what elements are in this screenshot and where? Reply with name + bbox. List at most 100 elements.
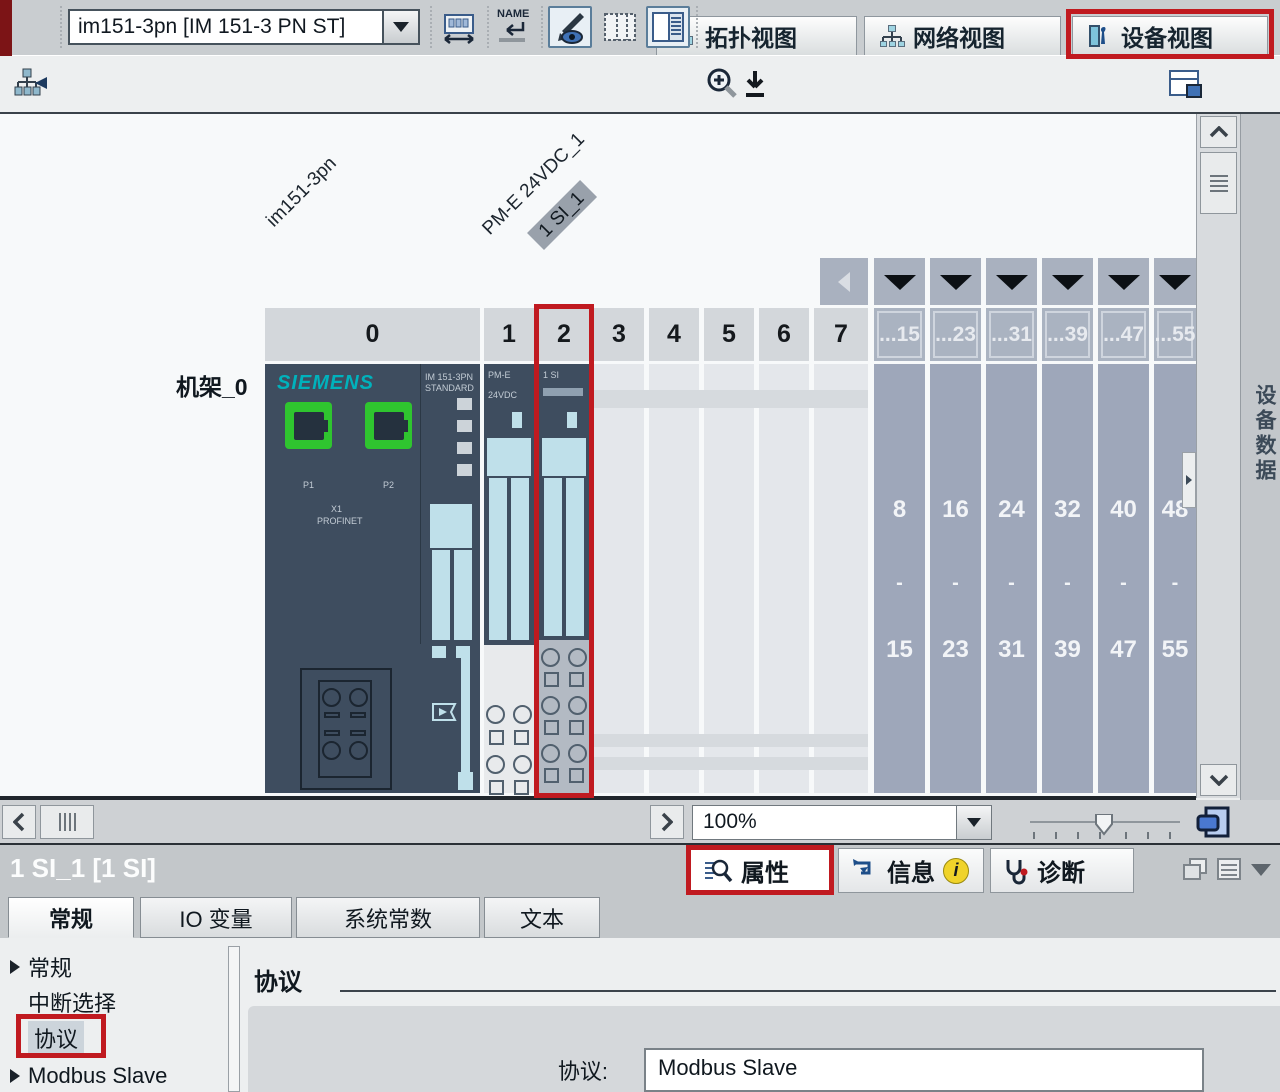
module-text: PM-E	[488, 370, 511, 380]
terminal-block	[300, 668, 392, 790]
module-plate-right	[511, 478, 529, 640]
tree-item-interrupt-selection[interactable]: 中断选择	[0, 985, 226, 1019]
vertical-scroll-thumb[interactable]	[1200, 152, 1237, 214]
network-back-icon[interactable]	[8, 63, 54, 105]
slot-header-5[interactable]: 5	[704, 308, 754, 361]
resize-columns-icon[interactable]	[437, 6, 481, 48]
subtab-io-tags[interactable]: IO 变量	[140, 897, 292, 938]
label-pm-e-24vdc[interactable]: PM-E 24VDC_1	[478, 129, 589, 240]
collapse-left-icon[interactable]	[820, 258, 868, 305]
zoom-value: 100%	[693, 806, 956, 839]
ethernet-port-1	[285, 402, 332, 449]
network-icon	[879, 23, 905, 49]
split-editor-icon[interactable]	[1164, 63, 1208, 105]
group-sep: -	[874, 572, 925, 595]
grid-overview-icon[interactable]	[598, 6, 642, 48]
label-im151-3pn[interactable]: im151-3pn	[262, 153, 341, 232]
group-header-47[interactable]: ...47	[1098, 308, 1149, 361]
expand-group-icon[interactable]	[874, 258, 925, 305]
empty-slot-3[interactable]	[594, 364, 644, 793]
group-column-24-31[interactable]: 24 - 31	[986, 364, 1037, 793]
tab-info[interactable]: 信息 i	[838, 848, 984, 893]
tree-item-modbus-slave[interactable]: Modbus Slave	[0, 1059, 226, 1092]
expand-arrow-icon[interactable]	[10, 1069, 20, 1083]
tree-item-protocol[interactable]: 协议	[0, 1021, 226, 1055]
expand-group-icon[interactable]	[1098, 258, 1149, 305]
module-pm-e-24vdc[interactable]: PM-E 24VDC	[484, 364, 534, 645]
empty-slot-6[interactable]	[759, 364, 809, 793]
group-sep: -	[986, 572, 1037, 595]
tab-properties[interactable]: 属性	[690, 848, 830, 893]
tree-label: 中断选择	[28, 986, 116, 1018]
side-tab-device-data[interactable]: 设备数据	[1240, 114, 1280, 845]
expand-group-icon[interactable]	[986, 258, 1037, 305]
group-top: 16	[930, 496, 981, 524]
group-column-40-47[interactable]: 40 - 47	[1098, 364, 1149, 793]
chevron-down-icon[interactable]	[956, 806, 991, 839]
group-header-31[interactable]: ...31	[986, 308, 1037, 361]
group-column-32-39[interactable]: 32 - 39	[1042, 364, 1093, 793]
module-im151-3pn[interactable]: SIEMENS P1 P2 X1 PROFINET IM 151-3PN STA…	[265, 364, 480, 793]
device-dropdown[interactable]: im151-3pn [IM 151-3 PN ST]	[68, 9, 420, 45]
fit-to-window-icon[interactable]	[1194, 804, 1232, 840]
scroll-left-button[interactable]	[2, 805, 36, 839]
slot-header-1[interactable]: 1	[484, 308, 534, 361]
slot-header-4[interactable]: 4	[649, 308, 699, 361]
collapse-panel-icon[interactable]	[1250, 863, 1272, 877]
tree-item-general[interactable]: 常规	[0, 950, 226, 984]
vertical-scrollbar[interactable]	[1196, 114, 1240, 798]
slot-header-7[interactable]: 7	[814, 308, 868, 361]
group-column-16-23[interactable]: 16 - 23	[930, 364, 981, 793]
group-header-39[interactable]: ...39	[1042, 308, 1093, 361]
group-column-8-15[interactable]: 8 - 15	[874, 364, 925, 793]
slot-header-6[interactable]: 6	[759, 308, 809, 361]
float-panel-icon[interactable]	[1182, 857, 1208, 881]
properties-icon	[703, 857, 733, 885]
subtab-texts[interactable]: 文本	[484, 897, 600, 938]
table-view-icon[interactable]	[646, 6, 690, 48]
panel-menu-icon[interactable]	[1216, 857, 1242, 881]
tree-scrollbar[interactable]	[228, 946, 240, 1092]
expand-group-icon[interactable]	[930, 258, 981, 305]
protocol-dropdown-value: Modbus Slave	[658, 1055, 797, 1080]
expand-group-icon[interactable]	[1154, 258, 1196, 305]
subtab-general[interactable]: 常规	[8, 897, 134, 938]
empty-slot-4[interactable]	[649, 364, 699, 793]
group-header-15[interactable]: ...15	[874, 308, 925, 361]
slot-header-2[interactable]: 2	[539, 308, 589, 361]
group-header-23[interactable]: ...23	[930, 308, 981, 361]
download-icon[interactable]	[738, 63, 772, 105]
tab-network-view[interactable]: 网络视图	[864, 16, 1061, 55]
horizontal-scroll-thumb[interactable]	[40, 805, 94, 839]
scroll-right-button[interactable]	[650, 805, 684, 839]
expand-group-icon[interactable]	[1042, 258, 1093, 305]
device-icon	[1087, 23, 1113, 49]
zoom-dropdown[interactable]: 100%	[692, 805, 992, 840]
tab-label: 诊断	[1037, 853, 1085, 888]
protocol-groupbox: 协议: Modbus Slave	[248, 1006, 1280, 1092]
tab-diagnostics[interactable]: 诊断	[990, 848, 1134, 893]
group-column-48-55[interactable]: 48 - 55	[1154, 364, 1196, 793]
protocol-dropdown[interactable]: Modbus Slave	[644, 1048, 1204, 1092]
show-labels-icon[interactable]	[548, 6, 592, 48]
tab-device-view[interactable]: 设备视图	[1072, 16, 1268, 55]
connector-foot	[432, 646, 446, 658]
empty-slot-7[interactable]	[814, 364, 868, 793]
info-badge: i	[943, 858, 969, 884]
side-panel-handle[interactable]	[1182, 452, 1196, 508]
zoom-slider[interactable]	[1030, 814, 1180, 840]
slot-header-0[interactable]: 0	[265, 308, 480, 361]
expand-arrow-icon[interactable]	[10, 960, 20, 974]
chevron-down-icon[interactable]	[382, 11, 418, 43]
module-1-si[interactable]: 1 SI	[539, 364, 589, 640]
rename-icon[interactable]: NAME	[492, 6, 536, 48]
device-canvas[interactable]: im151-3pn PM-E 24VDC_1 1 SI_1 0 1 2 3 4 …	[0, 114, 1196, 798]
module-led	[512, 412, 522, 428]
subtab-system-constants[interactable]: 系统常数	[296, 897, 480, 938]
group-header-55[interactable]: ...55	[1154, 308, 1196, 361]
slot-header-3[interactable]: 3	[594, 308, 644, 361]
scroll-up-button[interactable]	[1200, 116, 1237, 148]
scroll-down-button[interactable]	[1200, 764, 1237, 796]
zoom-in-icon[interactable]	[702, 63, 742, 105]
empty-slot-5[interactable]	[704, 364, 754, 793]
